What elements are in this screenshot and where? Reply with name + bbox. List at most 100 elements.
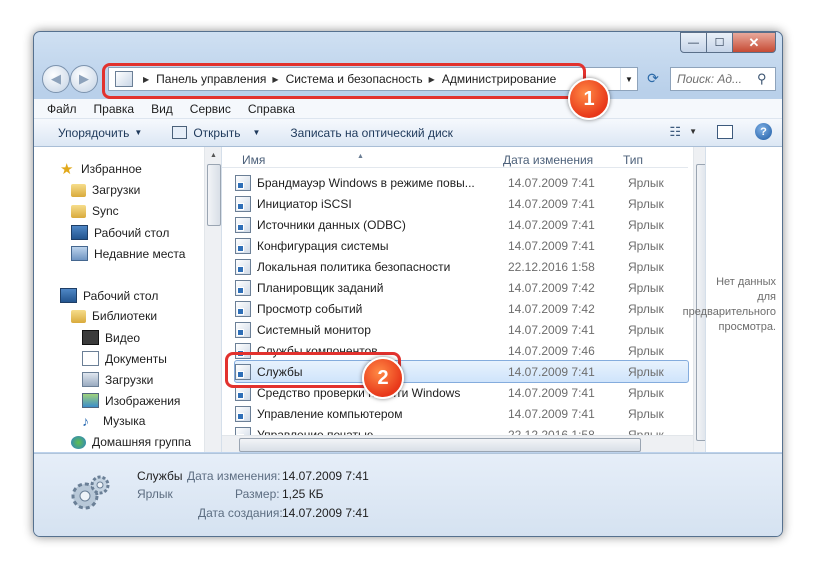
recent-places-icon [71,246,88,261]
shortcut-icon [235,279,251,296]
file-row[interactable]: Управление компьютером 14.07.2009 7:41 Ярл… [235,403,688,424]
file-type: Ярлык [628,322,664,337]
menu-tools[interactable]: Сервис [190,102,231,116]
file-row[interactable]: Брандмауэр Windows в режиме повы... 14.07… [235,172,688,193]
nav-item-recent[interactable]: Недавние места [71,246,185,261]
details-created-label: Дата создания: [198,506,283,520]
scroll-up-icon[interactable]: ▲ [205,147,221,164]
nav-label: Изображения [105,393,181,408]
forward-arrow-icon: ▶ [79,71,89,86]
menu-bar: Файл Правка Вид Сервис Справка [34,99,782,119]
music-icon: ♪ [82,412,89,429]
file-date: 14.07.2009 7:46 [508,343,595,358]
folder-icon [71,183,86,197]
address-dropdown-icon[interactable]: ▼ [620,68,637,90]
preview-text: просмотра. [718,321,776,333]
shortcut-icon [235,405,251,422]
search-input[interactable]: Поиск: Ад... [671,72,757,86]
column-date[interactable]: Дата изменения [503,153,593,167]
file-type: Ярлык [628,259,664,274]
navigation-pane: ★ Избранное Загрузки Sync Рабочий стол Н… [34,147,222,452]
refresh-button[interactable]: ⟳ [642,67,664,89]
file-name: Источники данных (ODBC) [257,217,406,232]
open-button[interactable]: Открыть ▼ [172,126,260,140]
star-icon: ★ [60,160,74,178]
minimize-button[interactable]: — [680,32,707,53]
file-name: Локальная политика безопасности [257,259,451,274]
chevron-down-icon: ▼ [134,128,143,137]
nav-label: Рабочий стол [94,225,170,240]
column-name[interactable]: Имя [242,153,265,167]
preview-text: Нет данных [716,276,776,288]
file-date: 14.07.2009 7:41 [508,385,595,400]
file-row[interactable]: Источники данных (ODBC) 14.07.2009 7:41 Яр… [235,214,688,235]
organize-button[interactable]: Упорядочить ▼ [58,126,142,140]
view-options-icon[interactable]: ☷ [669,124,681,140]
maximize-button[interactable]: ☐ [707,32,733,53]
file-row[interactable]: Инициатор iSCSI 14.07.2009 7:41 Ярлык [235,193,688,214]
menu-help[interactable]: Справка [248,102,295,116]
search-box[interactable]: Поиск: Ад... ⚲ [670,67,776,91]
navigation-buttons: ◀ ▶ [42,65,98,93]
back-button[interactable]: ◀ [42,65,70,93]
sort-ascending-icon: ▲ [357,153,364,160]
file-row[interactable]: Просмотр событий 14.07.2009 7:42 Ярлык [235,298,688,319]
nav-label: Недавние места [94,246,186,261]
chevron-down-icon: ▼ [252,128,261,137]
nav-item-homegroup[interactable]: Домашняя группа [71,435,191,449]
help-icon[interactable]: ? [755,123,772,140]
burn-disc-button[interactable]: Записать на оптический диск [290,126,453,140]
file-row[interactable]: Локальная политика безопасности 22.12.201… [235,256,688,277]
file-name: Планировщик заданий [257,280,384,295]
file-date: 14.07.2009 7:41 [508,196,595,211]
nav-item-libraries[interactable]: Библиотеки [71,309,157,323]
file-date: 22.12.2016 1:58 [508,259,595,274]
file-list: ▲ Имя Дата изменения Тип Брандмауэр Wind… [222,147,705,452]
view-options-dropdown-icon[interactable]: ▼ [689,127,697,136]
libraries-icon [71,309,86,323]
nav-scrollbar[interactable]: ▲ [204,147,221,452]
file-name: Просмотр событий [257,301,363,316]
file-date: 14.07.2009 7:41 [508,217,595,232]
file-row[interactable]: Конфигурация системы 14.07.2009 7:41 Ярлык [235,235,688,256]
nav-item-images[interactable]: Изображения [82,393,180,408]
preview-text: предварительного [682,306,776,318]
file-name: Инициатор iSCSI [257,196,352,211]
scrollbar-thumb[interactable] [207,164,221,226]
menu-edit[interactable]: Правка [94,102,135,116]
preview-pane-icon[interactable] [717,124,733,139]
open-label: Открыть [193,125,241,140]
organize-label: Упорядочить [58,125,130,140]
file-type: Ярлык [628,364,664,379]
forward-button[interactable]: ▶ [70,65,98,93]
close-button[interactable]: ✕ [733,32,776,53]
nav-item-video[interactable]: Видео [82,330,140,345]
menu-file[interactable]: Файл [47,102,77,116]
nav-label: Рабочий стол [83,288,159,303]
details-file-name: Службы [137,469,183,483]
nav-item-sync[interactable]: Sync [71,204,119,218]
horizontal-scrollbar[interactable] [222,435,693,452]
desktop-icon [71,225,88,240]
nav-label: Загрузки [92,183,141,197]
nav-item-documents[interactable]: Документы [82,351,167,366]
file-row[interactable]: Планировщик заданий 14.07.2009 7:42 Ярлык [235,277,688,298]
search-icon[interactable]: ⚲ [757,71,775,87]
file-row[interactable]: Системный монитор 14.07.2009 7:41 Ярлык [235,319,688,340]
nav-item-favorites[interactable]: ★ Избранное [60,160,142,178]
nav-item-desktop-root[interactable]: Рабочий стол [60,288,158,303]
file-date: 14.07.2009 7:41 [508,238,595,253]
nav-item-downloads[interactable]: Загрузки [71,183,140,197]
services-gear-icon [71,475,110,510]
file-type: Ярлык [628,280,664,295]
shortcut-icon [235,321,251,338]
file-name: Управление компьютером [257,406,403,421]
column-type[interactable]: Тип [623,153,643,167]
nav-item-music[interactable]: ♪ Музыка [82,412,145,429]
scrollbar-thumb[interactable] [239,438,641,452]
nav-item-downloads-lib[interactable]: Загрузки [82,372,153,387]
nav-label: Загрузки [105,372,154,387]
menu-view[interactable]: Вид [151,102,173,116]
nav-item-desktop[interactable]: Рабочий стол [71,225,169,240]
file-date: 14.07.2009 7:41 [508,406,595,421]
